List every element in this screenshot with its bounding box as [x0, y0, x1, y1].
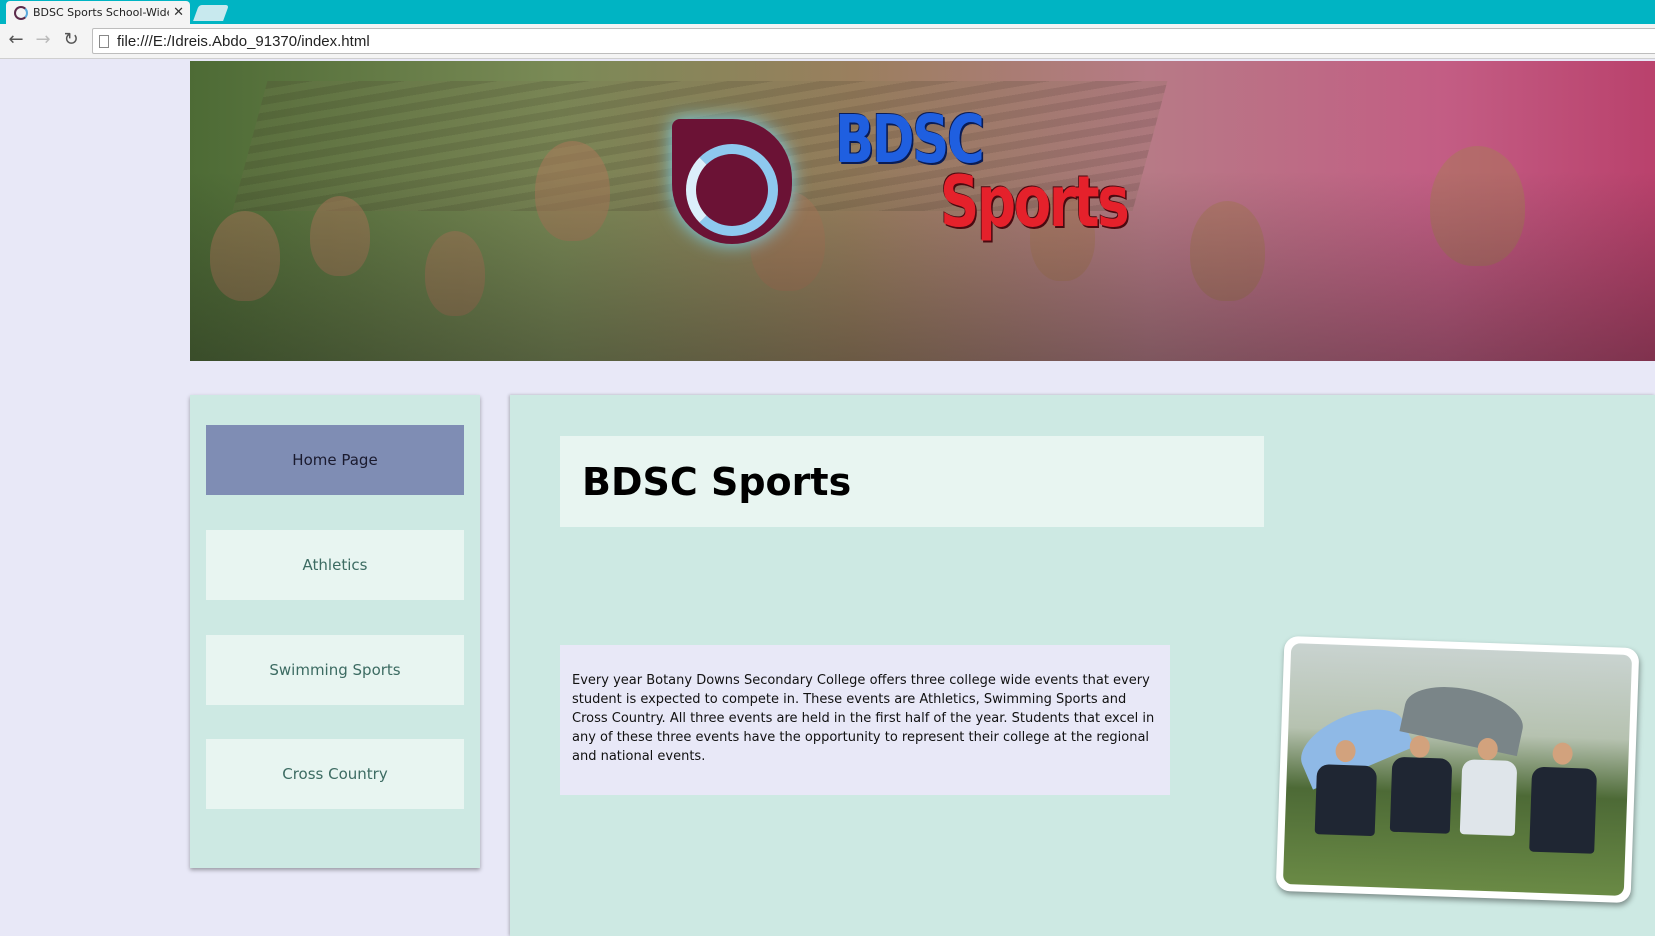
- students-photo: [1275, 635, 1640, 904]
- student-figure: [1314, 764, 1378, 837]
- bdsc-logo-icon: [672, 119, 792, 244]
- bdsc-logo-ring: [686, 144, 778, 236]
- students-photo-image: [1282, 643, 1633, 896]
- address-bar[interactable]: file:///E:/Idreis.Abdo_91370/index.html: [92, 28, 1655, 54]
- nav-item-swimming-sports[interactable]: Swimming Sports: [206, 635, 464, 705]
- page-title: BDSC Sports: [582, 459, 852, 504]
- address-url[interactable]: file:///E:/Idreis.Abdo_91370/index.html: [117, 33, 370, 50]
- student-figure: [1529, 766, 1598, 854]
- intro-text-box: Every year Botany Downs Secondary Colleg…: [560, 645, 1170, 795]
- banner-crowd: [190, 171, 1655, 361]
- site-favicon-icon: [14, 5, 28, 20]
- reload-icon[interactable]: ↻: [60, 29, 82, 51]
- browser-toolbar: ← → ↻ file:///E:/Idreis.Abdo_91370/index…: [0, 24, 1655, 59]
- new-tab-button[interactable]: [193, 5, 229, 21]
- student-face: [1409, 735, 1431, 759]
- browser-tabstrip: BDSC Sports School-Wide ✕: [0, 0, 1655, 24]
- tab-title: BDSC Sports School-Wide: [33, 6, 170, 19]
- main-content: BDSC Sports Every year Botany Downs Seco…: [510, 395, 1655, 936]
- page-icon: [99, 34, 109, 48]
- nav-item-home-page[interactable]: Home Page: [206, 425, 464, 495]
- page-title-box: BDSC Sports: [560, 436, 1264, 527]
- student-face: [1477, 737, 1499, 761]
- student-face: [1552, 742, 1573, 766]
- back-arrow-icon[interactable]: ←: [5, 29, 27, 51]
- logo-text-sports: Sports: [940, 161, 1130, 243]
- nav-item-cross-country[interactable]: Cross Country: [206, 739, 464, 809]
- header-banner-image: BDSC Sports: [190, 61, 1655, 361]
- nav-item-athletics[interactable]: Athletics: [206, 530, 464, 600]
- sidebar-nav: Home Page Athletics Swimming Sports Cros…: [190, 395, 480, 868]
- intro-paragraph: Every year Botany Downs Secondary Colleg…: [572, 673, 1155, 764]
- student-figure: [1459, 759, 1518, 837]
- browser-tab[interactable]: BDSC Sports School-Wide ✕: [6, 1, 190, 24]
- forward-arrow-icon[interactable]: →: [32, 29, 54, 51]
- student-figure: [1389, 756, 1453, 834]
- close-tab-icon[interactable]: ✕: [173, 5, 184, 20]
